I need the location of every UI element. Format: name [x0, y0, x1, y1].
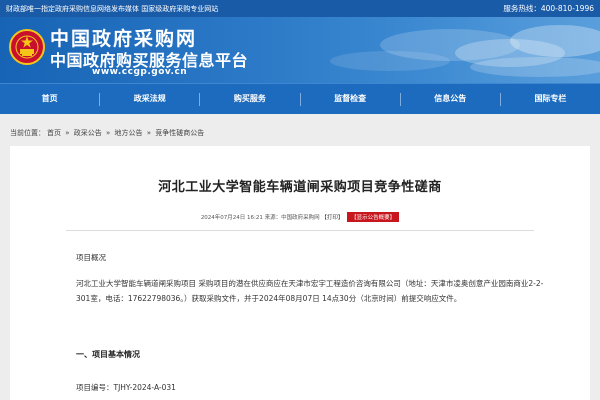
- project-overview-label: 项目概况: [76, 253, 106, 262]
- nav-item-home[interactable]: 首页: [0, 84, 99, 114]
- breadcrumb-separator: »: [146, 129, 152, 137]
- breadcrumb-announcements[interactable]: 政采公告: [74, 129, 102, 137]
- breadcrumb-negotiation[interactable]: 竞争性磋商公告: [155, 129, 204, 137]
- site-url: www.ccgp.gov.cn: [92, 67, 188, 77]
- breadcrumb-local[interactable]: 地方公告: [115, 129, 143, 137]
- top-utility-bar: 财政部唯一指定政府采购信息网络发布媒体 国家级政府采购专业网站 服务热线：400…: [0, 0, 600, 17]
- site-slogan: 财政部唯一指定政府采购信息网络发布媒体 国家级政府采购专业网站: [6, 5, 219, 13]
- breadcrumb-home[interactable]: 首页: [47, 129, 61, 137]
- article-panel: 河北工业大学智能车辆道闸采购项目竞争性磋商 2024年07月24日 16:21 …: [10, 146, 590, 400]
- nav-item-announcements[interactable]: 信息公告: [401, 84, 500, 114]
- article-meta: 2024年07月24日 16:21 来源：中国政府采购网 【打印】 【显示公告概…: [10, 212, 590, 222]
- site-banner: 中国政府采购网 中国政府购买服务信息平台 www.ccgp.gov.cn: [0, 17, 600, 83]
- publish-info: 2024年07月24日 16:21 来源：中国政府采购网: [200, 215, 320, 221]
- breadcrumb-prefix: 当前位置：: [10, 129, 45, 137]
- project-number: 项目编号：TJHY-2024-A-031: [76, 383, 176, 392]
- meta-divider: [66, 230, 534, 231]
- service-hotline: 服务热线：400-810-1996: [503, 4, 594, 13]
- breadcrumb-separator: »: [65, 129, 70, 137]
- nav-item-supervision[interactable]: 监督检查: [301, 84, 400, 114]
- breadcrumb: 当前位置： 首页 » 政采公告 » 地方公告 » 竞争性磋商公告: [10, 128, 206, 138]
- cloud-background: [330, 25, 600, 77]
- main-nav: 首页 政采法规 购买服务 监督检查 信息公告 国际专栏: [0, 83, 600, 114]
- nav-item-services[interactable]: 购买服务: [200, 84, 299, 114]
- nav-item-regulations[interactable]: 政采法规: [100, 84, 199, 114]
- project-overview-text: 河北工业大学智能车辆道闸采购项目 采购项目的潜在供应商应在天津市宏宇工程造价咨询…: [76, 279, 544, 303]
- nav-item-international[interactable]: 国际专栏: [501, 84, 600, 114]
- national-emblem-icon: [9, 29, 45, 65]
- section-heading: 一、项目基本情况: [76, 350, 140, 359]
- breadcrumb-separator: »: [106, 129, 111, 137]
- print-link[interactable]: 【打印】: [321, 215, 343, 221]
- show-summary-button[interactable]: 【显示公告概要】: [347, 212, 400, 222]
- article-title: 河北工业大学智能车辆道闸采购项目竞争性磋商: [158, 180, 442, 195]
